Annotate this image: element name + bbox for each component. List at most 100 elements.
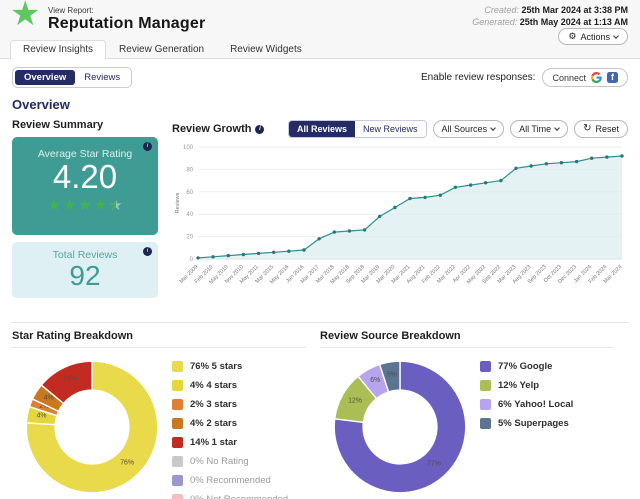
slice-label: 5% xyxy=(387,371,397,378)
data-point[interactable] xyxy=(272,250,276,254)
data-point[interactable] xyxy=(211,255,215,259)
star-rating-icons: ★ ★ ★ ★ ★ ★ xyxy=(12,196,158,214)
data-point[interactable] xyxy=(378,214,382,219)
legend-item[interactable]: 14% 1 star xyxy=(172,437,288,448)
legend-item[interactable]: 0% Recommended xyxy=(172,475,288,486)
star-rating-breakdown-heading: Star Rating Breakdown xyxy=(12,330,306,348)
legend-item[interactable]: 2% 3 stars xyxy=(172,399,288,410)
chevron-down-icon xyxy=(613,32,619,39)
data-point[interactable] xyxy=(362,228,367,232)
new-reviews-button[interactable]: New Reviews xyxy=(355,121,426,137)
average-star-rating-card: i Average Star Rating 4.20 ★ ★ ★ ★ ★ ★ xyxy=(12,137,158,235)
source-breakdown-body: 77% 12% 6% 5% 77% Google 12% Yelp 6% Yahoo! L… xyxy=(320,352,628,499)
info-icon[interactable]: i xyxy=(143,142,152,151)
slice-label: 76% xyxy=(120,459,134,466)
legend-item[interactable]: 5% Superpages xyxy=(480,418,573,429)
data-point[interactable] xyxy=(438,193,442,197)
review-source-breakdown-heading: Review Source Breakdown xyxy=(320,330,614,348)
reset-icon: ↻ xyxy=(583,123,592,134)
data-point[interactable] xyxy=(605,155,609,159)
review-summary-section: Review Summary i Average Star Rating 4.2… xyxy=(12,119,158,314)
data-point[interactable] xyxy=(423,195,427,200)
data-point[interactable] xyxy=(574,159,579,164)
star-logo-icon: ★ xyxy=(10,0,41,33)
legend-swatch xyxy=(172,418,183,429)
data-point[interactable] xyxy=(226,253,230,258)
reset-label: Reset xyxy=(595,124,619,134)
connect-button[interactable]: Connect f xyxy=(542,68,628,87)
legend-item[interactable]: 4% 4 stars xyxy=(172,380,288,391)
data-point[interactable] xyxy=(287,249,291,253)
y-tick-label: 100 xyxy=(183,145,194,151)
created-line: Created: 25th Mar 2024 at 3:38 PM xyxy=(472,4,628,16)
all-sources-label: All Sources xyxy=(441,124,488,134)
legend-item[interactable]: 12% Yelp xyxy=(480,380,573,391)
tab-review-insights[interactable]: Review Insights xyxy=(10,40,107,59)
legend-swatch xyxy=(172,437,183,448)
y-tick-label: 20 xyxy=(186,235,193,241)
data-point[interactable] xyxy=(453,185,458,189)
data-point[interactable] xyxy=(317,237,321,241)
legend-item[interactable]: 6% Yahoo! Local xyxy=(480,399,573,410)
subtab-reviews[interactable]: Reviews xyxy=(75,70,129,85)
y-axis-title: Reviews xyxy=(175,192,181,213)
legend-item[interactable]: 4% 2 stars xyxy=(172,418,288,429)
legend-label: 4% 4 stars xyxy=(190,380,238,391)
info-icon[interactable]: i xyxy=(143,247,152,256)
all-reviews-button[interactable]: All Reviews xyxy=(289,121,356,137)
tab-review-widgets[interactable]: Review Widgets xyxy=(217,40,315,59)
data-point[interactable] xyxy=(196,256,200,260)
legend-item[interactable]: 76% 5 stars xyxy=(172,361,288,372)
reviews-toggle-group: All Reviews New Reviews xyxy=(288,120,427,138)
data-point[interactable] xyxy=(529,164,533,168)
slice-label: 14% xyxy=(63,376,77,383)
y-tick-label: 60 xyxy=(186,190,193,196)
legend-item[interactable]: 77% Google xyxy=(480,361,573,372)
area-fill xyxy=(198,156,622,259)
data-point[interactable] xyxy=(393,205,397,210)
reset-button[interactable]: ↻ Reset xyxy=(574,120,628,138)
data-point[interactable] xyxy=(620,154,624,158)
legend-label: 77% Google xyxy=(498,361,553,372)
all-time-label: All Time xyxy=(519,124,552,134)
data-point[interactable] xyxy=(241,252,246,257)
generated-value: 25th May 2024 at 1:13 AM xyxy=(519,17,628,27)
actions-button[interactable]: ⚙ Actions xyxy=(558,28,628,45)
data-point[interactable] xyxy=(332,230,336,234)
data-point[interactable] xyxy=(347,229,352,233)
star-icon: ★ xyxy=(62,196,77,214)
page-title: Reputation Manager xyxy=(48,15,206,32)
review-growth-header: Review Growth i All Reviews New Reviews … xyxy=(172,119,628,139)
data-point[interactable] xyxy=(559,161,564,165)
source-donut-wrap: 77% 12% 6% 5% xyxy=(320,352,480,499)
legend-swatch xyxy=(172,361,183,372)
data-point[interactable] xyxy=(544,162,548,166)
reputation-manager-page: ★ View Report: Reputation Manager Create… xyxy=(0,0,640,499)
legend-swatch xyxy=(172,399,183,410)
data-point[interactable] xyxy=(256,251,261,256)
data-point[interactable] xyxy=(484,181,488,185)
data-point[interactable] xyxy=(590,156,594,160)
subtab-overview[interactable]: Overview xyxy=(15,70,76,85)
legend-swatch xyxy=(480,418,491,429)
tab-review-generation[interactable]: Review Generation xyxy=(106,40,217,59)
total-reviews-value: 92 xyxy=(69,260,101,291)
legend-item[interactable]: 0% Not Recommended xyxy=(172,494,288,499)
data-point[interactable] xyxy=(514,166,518,170)
star-rating-breakdown-section: Star Rating Breakdown 76% 4% 2% 4% 14% 76% 5… xyxy=(12,330,320,499)
star-rating-legend: 76% 5 stars 4% 4 stars 2% 3 stars 4% 2 star… xyxy=(172,361,288,499)
slice-label: 12% xyxy=(348,397,362,404)
all-sources-dropdown[interactable]: All Sources xyxy=(432,120,505,138)
data-point[interactable] xyxy=(408,196,412,201)
generated-label: Generated: xyxy=(472,17,518,27)
legend-label: 6% Yahoo! Local xyxy=(498,399,574,410)
legend-label: 14% 1 star xyxy=(190,437,238,448)
all-time-dropdown[interactable]: All Time xyxy=(510,120,569,138)
info-icon[interactable]: i xyxy=(255,124,265,134)
legend-item[interactable]: 0% No Rating xyxy=(172,456,288,467)
average-star-rating-value: 4.20 xyxy=(52,158,118,195)
data-point[interactable] xyxy=(468,183,473,187)
review-source-legend: 77% Google 12% Yelp 6% Yahoo! Local 5% Supe… xyxy=(480,361,573,499)
data-point[interactable] xyxy=(302,248,306,252)
data-point[interactable] xyxy=(499,178,503,183)
